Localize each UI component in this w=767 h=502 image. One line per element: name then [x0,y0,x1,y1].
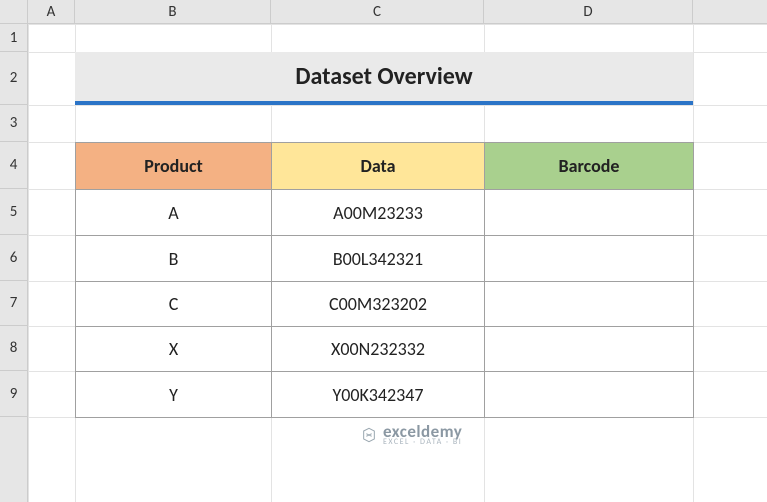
column-headers: ABCD [28,0,767,24]
row-headers: 123456789 [0,24,28,502]
cells-area[interactable]: Dataset Overview Product Data Barcode AA… [28,24,767,502]
watermark-sub: EXCEL · DATA · BI [383,438,462,446]
cell-product[interactable]: A [76,190,272,236]
cell-product[interactable]: B [76,236,272,282]
cell-product[interactable]: C [76,282,272,327]
row-header-2[interactable]: 2 [0,52,27,105]
row-header-7[interactable]: 7 [0,281,27,326]
row-header-5[interactable]: 5 [0,189,27,235]
cell-barcode[interactable] [485,372,694,418]
row-header-4[interactable]: 4 [0,142,27,189]
cell-data[interactable]: C00M323202 [272,282,485,327]
row-header-3[interactable]: 3 [0,105,27,142]
cell-data[interactable]: B00L342321 [272,236,485,282]
watermark: exceldemy EXCEL · DATA · BI [361,423,462,446]
table-row: CC00M323202 [76,282,694,327]
cell-barcode[interactable] [485,327,694,372]
data-table: Product Data Barcode AA00M23233BB00L3423… [75,142,694,418]
cell-barcode[interactable] [485,236,694,282]
cell-data[interactable]: A00M23233 [272,190,485,236]
title-banner: Dataset Overview [75,52,693,105]
title-text: Dataset Overview [295,62,472,91]
gridline [28,105,767,106]
row-header-9[interactable]: 9 [0,371,27,417]
cell-barcode[interactable] [485,190,694,236]
gridline [28,24,29,502]
cell-data[interactable]: Y00K342347 [272,372,485,418]
cell-product[interactable]: X [76,327,272,372]
col-header-C[interactable]: C [271,0,484,23]
table-body: AA00M23233BB00L342321CC00M323202XX00N232… [76,190,694,418]
cell-barcode[interactable] [485,282,694,327]
table-header-row: Product Data Barcode [76,143,694,190]
cell-product[interactable]: Y [76,372,272,418]
table-row: AA00M23233 [76,190,694,236]
col-header-D[interactable]: D [484,0,693,23]
row-header-6[interactable]: 6 [0,235,27,281]
cell-data[interactable]: X00N232332 [272,327,485,372]
table-row: YY00K342347 [76,372,694,418]
col-header-barcode[interactable]: Barcode [485,143,694,190]
exceldemy-logo-icon [361,427,377,443]
table-row: BB00L342321 [76,236,694,282]
spreadsheet: ABCD 123456789 Dataset Overview Product … [0,0,767,502]
col-header-product[interactable]: Product [76,143,272,190]
row-header-8[interactable]: 8 [0,326,27,371]
gridline [28,24,767,25]
col-header-A[interactable]: A [28,0,75,23]
table-row: XX00N232332 [76,327,694,372]
select-all-corner[interactable] [0,0,28,24]
col-header-data[interactable]: Data [272,143,485,190]
row-header-1[interactable]: 1 [0,24,27,52]
col-header-B[interactable]: B [75,0,271,23]
